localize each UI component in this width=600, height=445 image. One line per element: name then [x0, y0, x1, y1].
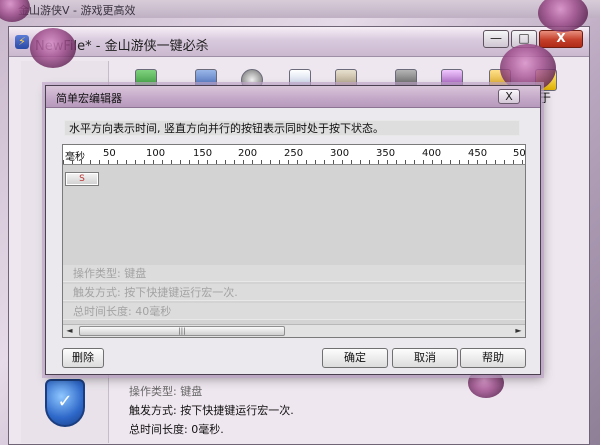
ruler-tick: 300 [330, 148, 350, 159]
scroll-right-icon[interactable]: ► [512, 325, 525, 337]
delete-button[interactable]: 删除 [62, 348, 104, 368]
dialog-title-bar[interactable]: 简单宏编辑器 X [46, 86, 540, 108]
time-ruler: 毫秒 50 100 150 200 250 300 350 400 450 50 [63, 145, 525, 165]
key-press-block[interactable]: S [65, 172, 99, 186]
ruler-tick: 50 [513, 148, 526, 159]
app-logo-icon: ⚡ [15, 35, 29, 49]
ruler-tick: 200 [238, 148, 258, 159]
ruler-tick: 150 [193, 148, 213, 159]
scroll-left-icon[interactable]: ◄ [63, 325, 76, 337]
background-window-title: 金山游侠V - 游戏更高效 [0, 0, 600, 18]
scrollbar-thumb[interactable]: ||| [79, 326, 285, 336]
dialog-title: 简单宏编辑器 [56, 92, 122, 105]
trigger-mode-row: 触发方式: 按下快捷键运行宏一次. [63, 284, 525, 301]
ruler-tick: 250 [284, 148, 304, 159]
ruler-tickmarks [63, 160, 525, 164]
horizontal-scrollbar[interactable]: ◄ ||| ► [63, 324, 525, 337]
dialog-close-button[interactable]: X [498, 89, 520, 104]
ruler-tick: 100 [146, 148, 166, 159]
ruler-tick: 400 [422, 148, 442, 159]
help-button[interactable]: 帮助 [460, 348, 526, 368]
close-button[interactable]: X [539, 30, 583, 48]
rose-decoration [30, 28, 76, 68]
ruler-tick: 50 [103, 148, 116, 159]
main-status-panel: 操作类型: 键盘 触发方式: 按下快捷键运行宏一次. 总时间长度: 0毫秒. [129, 382, 294, 439]
operation-type-row: 操作类型: 键盘 [63, 265, 525, 282]
macro-editor-dialog: 简单宏编辑器 X 水平方向表示时间, 竖直方向并行的按钮表示同时处于按下状态。 … [45, 85, 541, 375]
macro-timeline-editor[interactable]: 毫秒 50 100 150 200 250 300 350 400 450 50… [62, 144, 526, 338]
rose-decoration [0, 0, 30, 22]
total-duration-row: 总时间长度: 40毫秒 [63, 303, 525, 320]
minimize-button[interactable]: — [483, 30, 509, 48]
ruler-tick: 450 [468, 148, 488, 159]
instruction-text: 水平方向表示时间, 竖直方向并行的按钮表示同时处于按下状态。 [64, 120, 520, 136]
main-status-trigger: 触发方式: 按下快捷键运行宏一次. [129, 404, 294, 417]
shield-icon[interactable]: ✓ [45, 379, 85, 427]
main-title-bar[interactable]: ⚡ NewFile* - 金山游侠一键必杀 — □ X [9, 27, 589, 57]
ruler-tick: 350 [376, 148, 396, 159]
main-status-duration: 总时间长度: 0毫秒. [129, 423, 224, 436]
cancel-button[interactable]: 取消 [392, 348, 458, 368]
main-status-operation: 操作类型: 键盘 [129, 385, 203, 398]
ok-button[interactable]: 确定 [322, 348, 388, 368]
